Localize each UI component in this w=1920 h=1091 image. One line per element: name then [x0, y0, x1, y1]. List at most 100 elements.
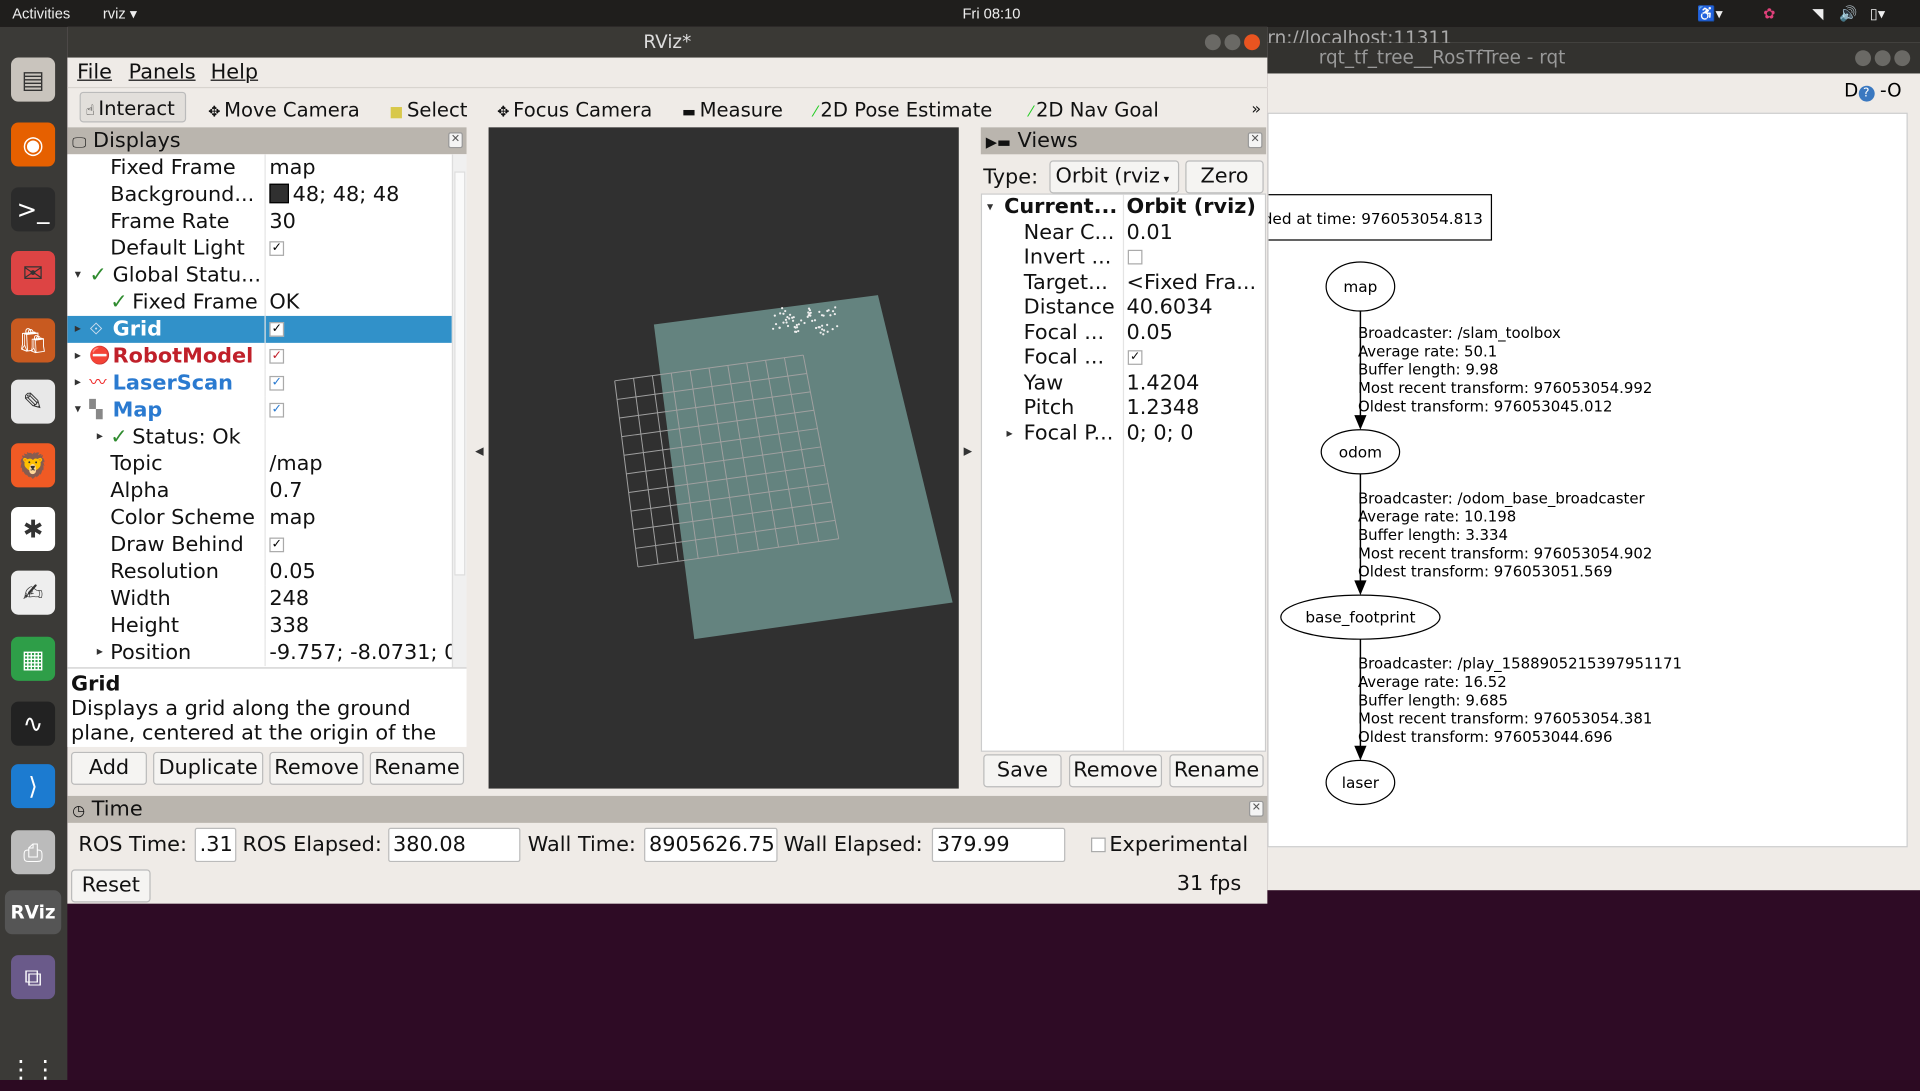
rviz-title-bar[interactable]: RViz* [67, 26, 1268, 58]
spreadsheet-icon[interactable]: ▦ [11, 636, 56, 681]
tool-move-camera[interactable]: ✥ Move Camera [208, 94, 360, 125]
displays-tree[interactable]: Fixed Frame map Background... 48; 48; 48 Fra… [67, 154, 467, 668]
view-property-row[interactable]: Invert ... [982, 245, 1267, 271]
display-row[interactable]: Topic/map [67, 450, 451, 478]
property-checkbox[interactable] [1127, 245, 1143, 271]
tool-focus-camera[interactable]: ✥ Focus Camera [497, 94, 652, 125]
app-indicator-icon[interactable]: ✿ [1763, 5, 1775, 22]
close-panel-button[interactable]: ✕ [1248, 800, 1264, 817]
enabled-checkbox[interactable]: ✓ [269, 235, 285, 262]
view-property-row[interactable]: ▾ Current... Orbit (rviz) [982, 195, 1267, 221]
view-property-row[interactable]: Focal ... ✓ [982, 345, 1267, 371]
tool-select[interactable]: ■ Select [389, 94, 467, 125]
tool-interact[interactable]: ☝ Interact [79, 91, 186, 123]
display-row[interactable]: Resolution 0.05 [67, 558, 451, 586]
terminal-icon[interactable]: >_ [11, 187, 56, 232]
property-value[interactable]: OK [269, 289, 299, 316]
display-row[interactable]: Default Light ✓ [67, 235, 451, 263]
rviz-icon[interactable]: RViz [4, 890, 62, 935]
tool-2d-nav-goal[interactable]: ⁄ 2D Nav Goal [1030, 94, 1159, 125]
property-value[interactable]: 338 [269, 612, 309, 639]
ros-elapsed-field[interactable]: 380.08 [388, 827, 521, 863]
add-button[interactable]: Add [71, 751, 147, 785]
remove-button[interactable]: Remove [269, 751, 364, 785]
reset-button[interactable]: Reset [71, 869, 151, 903]
property-checkbox[interactable]: ✓ [1127, 345, 1143, 371]
property-value[interactable]: 0; 0; 0 [1127, 421, 1194, 447]
wall-time-field[interactable]: 8905626.75 [644, 827, 778, 863]
battery-icon[interactable]: ▯▾ [1870, 5, 1885, 22]
maximize-button[interactable] [1874, 50, 1891, 67]
view-property-row[interactable]: ▸ Focal P... 0; 0; 0 [982, 421, 1267, 447]
rqt-title-bar[interactable]: rqt_tf_tree__RosTfTree - rqt [1267, 42, 1920, 74]
displays-scrollbar[interactable] [451, 154, 467, 668]
enabled-checkbox[interactable]: ✓ [269, 397, 285, 424]
display-row[interactable]: Height 338 [67, 612, 451, 640]
display-row[interactable]: ▸ ⟐ Grid ✓ [67, 315, 452, 343]
toolbar-overflow-button[interactable]: » [1251, 94, 1261, 125]
display-row[interactable]: Background... 48; 48; 48 [67, 181, 451, 209]
minimize-button[interactable] [1204, 34, 1221, 51]
display-row[interactable]: ▾ ▚ Map ✓ [67, 396, 451, 424]
help-icon[interactable]: ? [1858, 85, 1875, 102]
view-property-row[interactable]: Focal ... 0.05 [982, 320, 1267, 346]
display-row[interactable]: ▸ ⛔ RobotModel ✓ [67, 342, 451, 370]
view-property-row[interactable]: Target... <Fixed Fra... [982, 270, 1267, 296]
collapse-right-handle[interactable]: ▶ [964, 446, 972, 458]
maximize-button[interactable] [1224, 34, 1241, 51]
close-panel-button[interactable]: ✕ [1247, 132, 1263, 149]
property-value[interactable]: 1.2348 [1127, 396, 1200, 422]
property-value[interactable]: 0.01 [1127, 220, 1173, 246]
menu-file[interactable]: File [77, 60, 112, 84]
close-button[interactable] [1894, 50, 1911, 67]
menu-panels[interactable]: Panels [129, 60, 196, 84]
expand-arrow-icon[interactable]: ▾ [987, 195, 993, 221]
display-row[interactable]: Alpha 0.7 [67, 477, 451, 505]
text-editor-icon[interactable]: ✍ [11, 570, 56, 615]
zero-button[interactable]: Zero [1185, 160, 1264, 194]
display-row[interactable]: ▸ Position -9.757; -8.0731; 0 [67, 639, 457, 667]
property-value[interactable]: map [269, 154, 315, 181]
property-value[interactable]: Orbit (rviz) [1127, 195, 1256, 221]
property-value[interactable]: 248 [269, 585, 309, 612]
view-property-row[interactable]: Pitch 1.2348 [982, 396, 1267, 422]
software-icon[interactable]: 🛍 [11, 318, 56, 363]
property-value[interactable]: 0.7 [269, 478, 302, 505]
remote-desktop-icon[interactable]: ⧉ [11, 955, 56, 1000]
wall-elapsed-field[interactable]: 379.99 [931, 827, 1066, 863]
property-value[interactable]: 48; 48; 48 [269, 181, 399, 208]
gmail-icon[interactable]: ✉ [11, 251, 56, 296]
property-value[interactable]: 40.6034 [1127, 295, 1213, 321]
expand-arrow-icon[interactable]: ▸ [75, 316, 81, 343]
view-property-row[interactable]: Distance 40.6034 [982, 295, 1267, 321]
remove-view-button[interactable]: Remove [1068, 754, 1163, 788]
property-value[interactable]: <Fixed Fra... [1127, 270, 1257, 296]
view-type-select[interactable]: Orbit (rviz ▾ [1049, 160, 1180, 194]
files-icon[interactable]: ▤ [11, 57, 56, 102]
save-view-button[interactable]: Save [983, 754, 1062, 788]
close-button[interactable] [1244, 34, 1261, 51]
property-value[interactable]: -9.757; -8.0731; 0 [269, 639, 457, 666]
rename-view-button[interactable]: Rename [1169, 754, 1264, 788]
experimental-checkbox[interactable]: Experimental [1091, 833, 1248, 857]
expand-arrow-icon[interactable]: ▾ [75, 262, 81, 289]
display-row[interactable]: ▸ 〰 LaserScan ✓ [67, 369, 451, 397]
property-value[interactable]: map [269, 504, 315, 531]
display-row[interactable]: Width 248 [67, 585, 451, 613]
property-value[interactable]: /map [269, 451, 322, 478]
display-row[interactable]: ✓ Fixed Frame OK [67, 288, 451, 316]
views-tree[interactable]: ▾ Current... Orbit (rviz) Near C... 0.01 Inve… [980, 193, 1267, 752]
volume-icon[interactable]: 🔊 [1839, 5, 1857, 22]
tool-measure[interactable]: ▬ Measure [682, 94, 783, 125]
property-value[interactable]: 30 [269, 208, 295, 235]
display-row[interactable]: Fixed Frame map [67, 154, 451, 182]
enabled-checkbox[interactable]: ✓ [269, 316, 285, 343]
printer-icon[interactable]: ⎙ [11, 830, 56, 875]
expand-arrow-icon[interactable]: ▸ [97, 639, 103, 666]
collapse-left-handle[interactable]: ◀ [475, 446, 483, 458]
network-icon[interactable]: ◥ [1812, 5, 1823, 22]
brave-icon[interactable]: 🦁 [11, 443, 56, 488]
color-swatch[interactable] [269, 183, 289, 204]
ros-time-field[interactable]: .31 [194, 827, 237, 863]
apps-grid-icon[interactable]: ⋮⋮ [9, 1047, 58, 1091]
